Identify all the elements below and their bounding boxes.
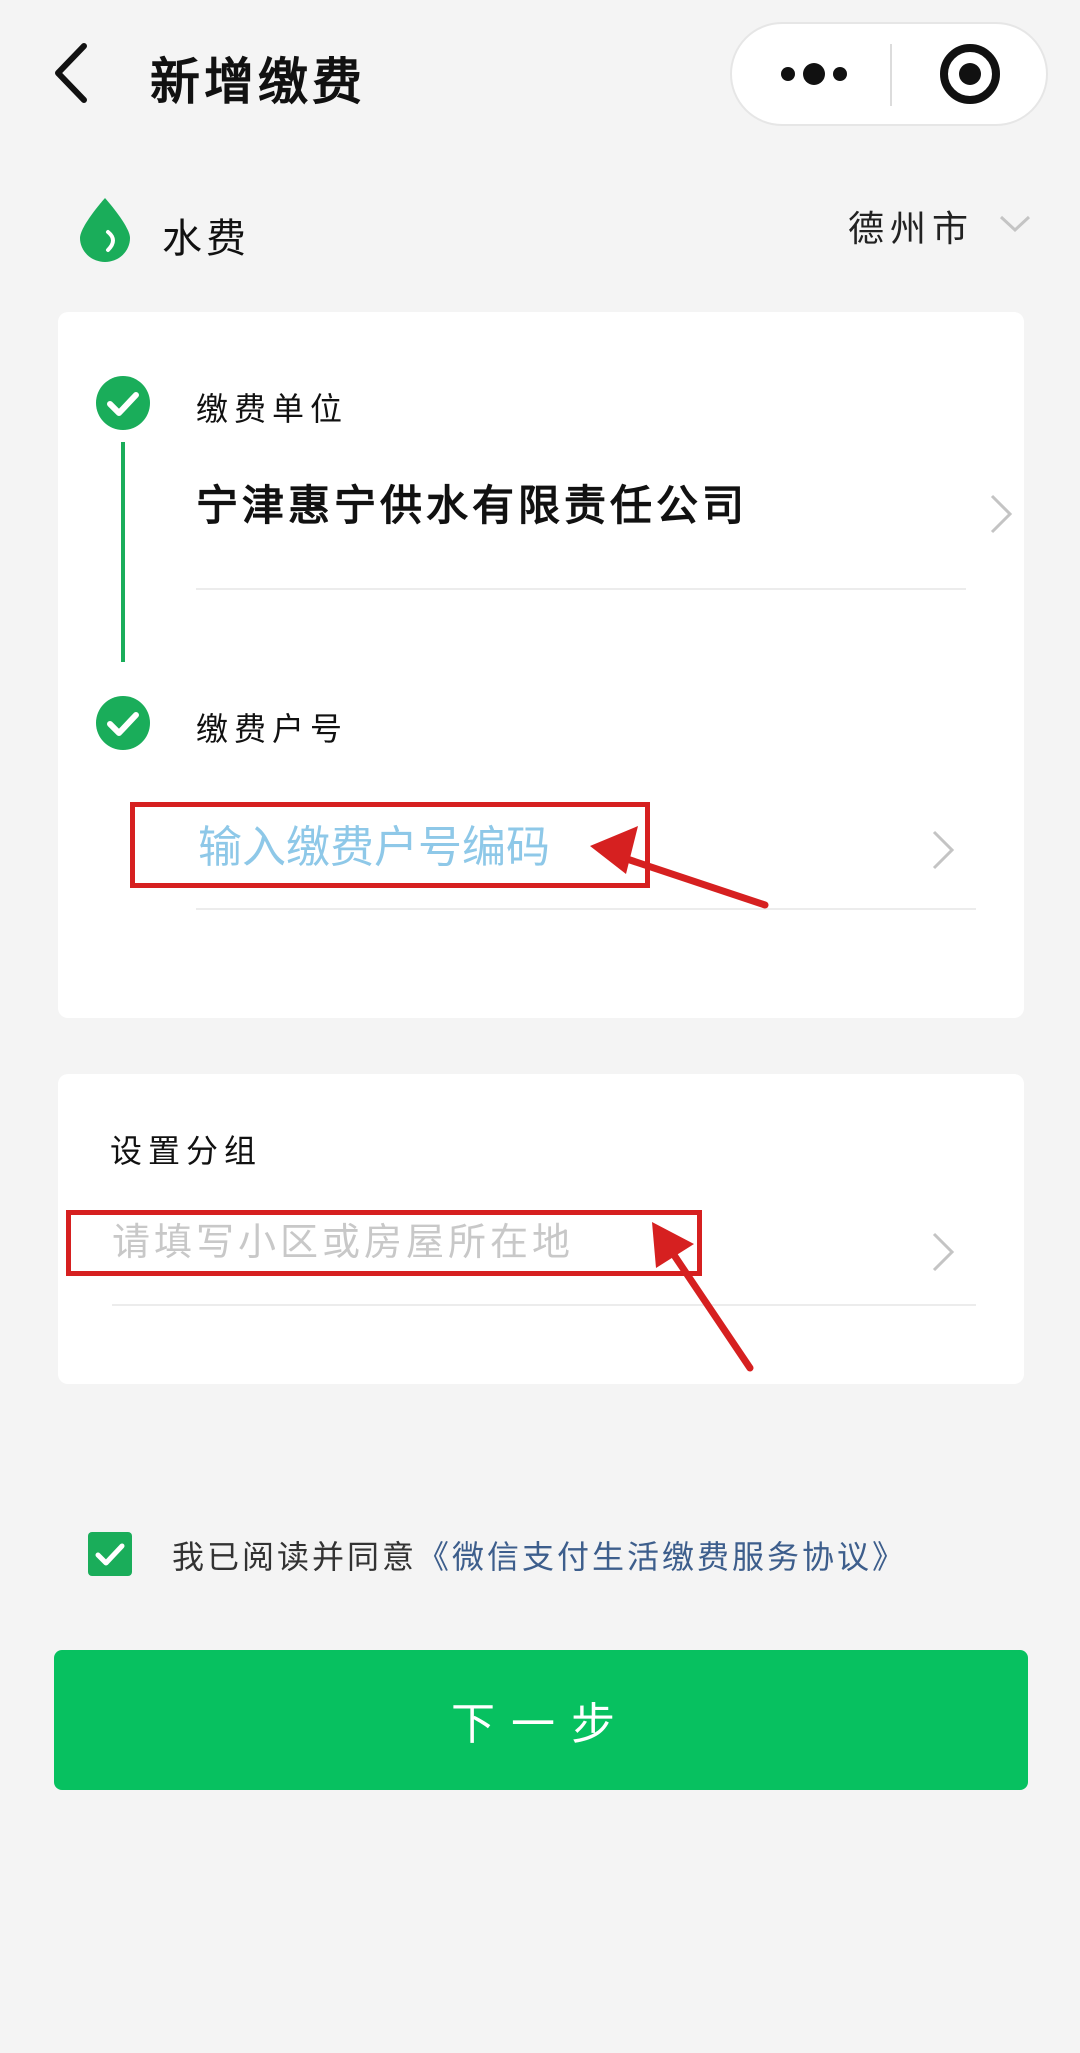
checkmark-icon [95,1543,125,1566]
agreement-text: 我已阅读并同意《微信支付生活缴费服务协议》 [172,1532,907,1578]
agreement-prefix: 我已阅读并同意 [172,1538,418,1576]
agreement-checkbox[interactable] [88,1532,132,1576]
agreement-link[interactable]: 《微信支付生活缴费服务协议》 [417,1538,907,1576]
next-step-button[interactable]: 下一步 [54,1650,1028,1790]
